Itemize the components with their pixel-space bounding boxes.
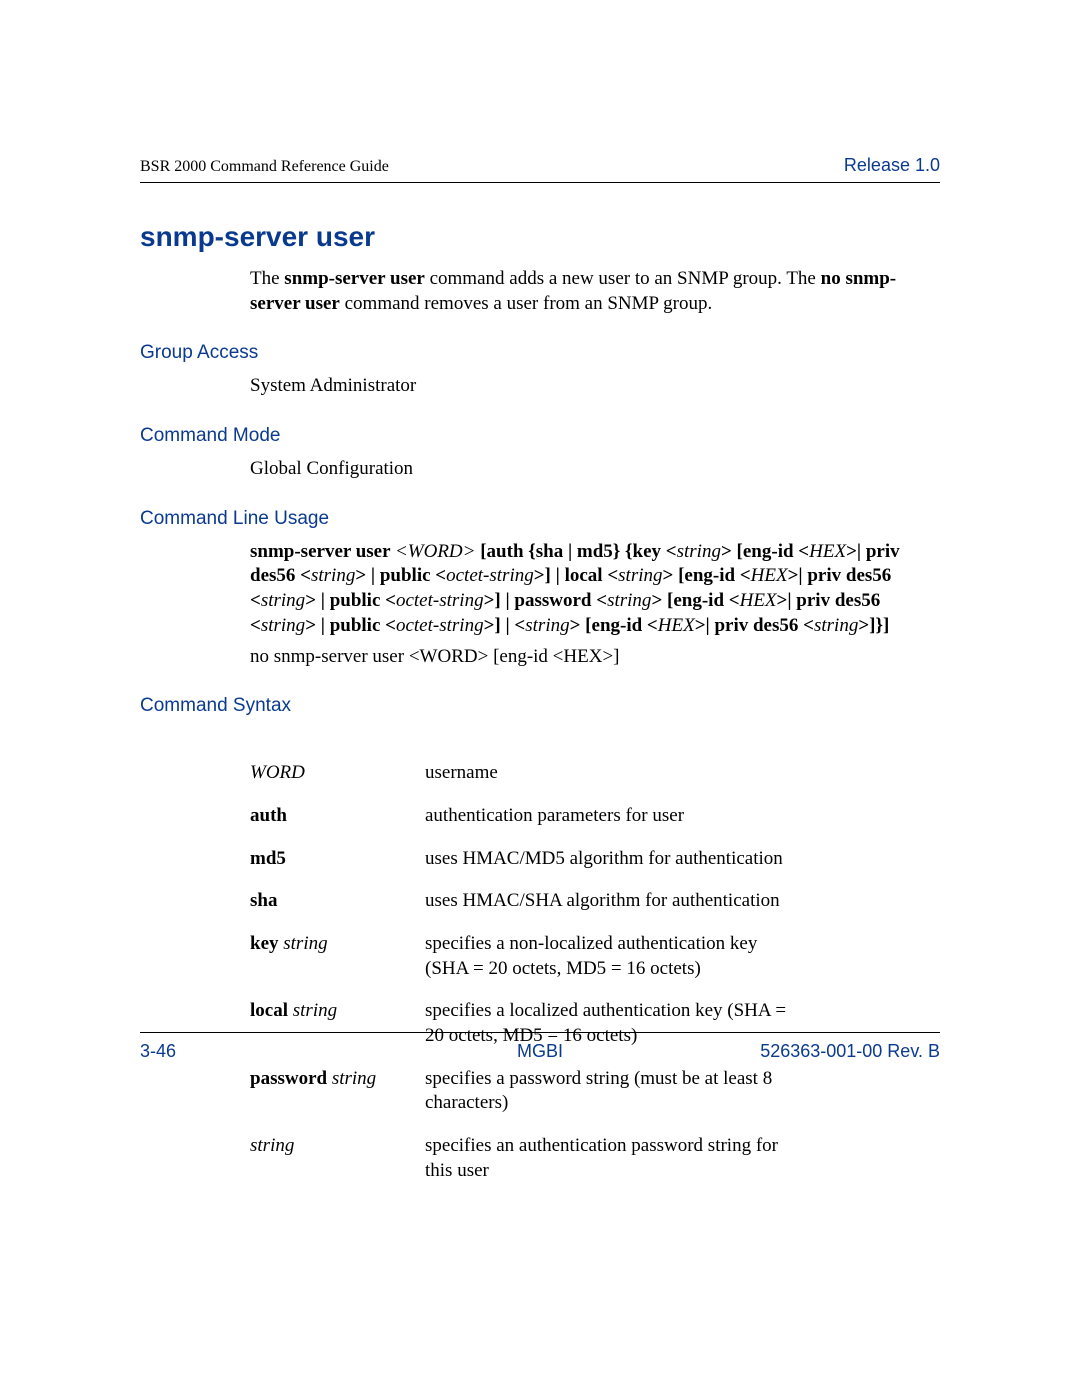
u21: > [eng-id <	[651, 590, 739, 611]
syntax-row: md5 uses HMAC/MD5 algorithm for authenti…	[250, 847, 940, 872]
footer-right: 526363-001-00 Rev. B	[760, 1041, 940, 1062]
heading-command-mode: Command Mode	[140, 425, 940, 447]
u29: > [eng-id <	[570, 615, 658, 636]
syntax-desc: specifies an authentication password str…	[425, 1134, 805, 1183]
syntax-term-italic: string	[283, 933, 327, 954]
u1: snmp-server user	[250, 541, 395, 562]
syntax-desc: uses HMAC/MD5 algorithm for authenticati…	[425, 847, 783, 872]
intro-pre: The	[250, 268, 284, 289]
syntax-desc: authentication parameters for user	[425, 804, 684, 829]
un2: <WORD>	[409, 646, 488, 667]
u14: HEX	[751, 565, 788, 586]
syntax-term-bold: local	[250, 1000, 293, 1021]
un4: HEX	[563, 646, 602, 667]
syntax-term: string	[250, 1135, 294, 1156]
syntax-term: auth	[250, 805, 287, 826]
u26: octet-string	[396, 615, 484, 636]
u5: > [eng-id <	[721, 541, 809, 562]
syntax-term-italic: string	[293, 1000, 337, 1021]
u10: octet-string	[446, 565, 534, 586]
u18: octet-string	[396, 590, 484, 611]
footer-left: 3-46	[140, 1041, 176, 1062]
syntax-desc: username	[425, 761, 498, 786]
heading-cli-usage: Command Line Usage	[140, 508, 940, 530]
syntax-table: WORD username auth authentication parame…	[250, 761, 940, 1183]
u2: <WORD>	[395, 541, 476, 562]
syntax-row: key string specifies a non-localized aut…	[250, 932, 940, 981]
u24: string	[261, 615, 305, 636]
u4: string	[677, 541, 721, 562]
heading-group-access: Group Access	[140, 342, 940, 364]
un3: [eng-id <	[488, 646, 563, 667]
syntax-row: WORD username	[250, 761, 940, 786]
heading-command-syntax: Command Syntax	[140, 695, 940, 717]
u6: HEX	[809, 541, 846, 562]
u16: string	[261, 590, 305, 611]
intro-post: command removes a user from an SNMP grou…	[340, 293, 712, 314]
u22: HEX	[740, 590, 777, 611]
page-footer: 3-46 MGBI 526363-001-00 Rev. B	[140, 1032, 940, 1062]
syntax-term: sha	[250, 890, 277, 911]
u13: > [eng-id <	[663, 565, 751, 586]
syntax-desc: uses HMAC/SHA algorithm for authenticati…	[425, 889, 780, 914]
syntax-desc: specifies a non-localized authentication…	[425, 932, 805, 981]
syntax-row: sha uses HMAC/SHA algorithm for authenti…	[250, 889, 940, 914]
command-title: snmp-server user	[140, 221, 940, 253]
u31: >| priv des56 <	[695, 615, 814, 636]
syntax-row: string specifies an authentication passw…	[250, 1134, 940, 1183]
u27: >] | <	[484, 615, 526, 636]
u25: > | public <	[305, 615, 396, 636]
syntax-row: password string specifies a password str…	[250, 1067, 940, 1116]
intro-paragraph: The snmp-server user command adds a new …	[250, 267, 940, 316]
syntax-row: auth authentication parameters for user	[250, 804, 940, 829]
un5: >]	[602, 646, 619, 667]
u3: [auth {sha | md5} {key <	[475, 541, 676, 562]
un1: no snmp-server user	[250, 646, 409, 667]
footer-center: MGBI	[517, 1041, 563, 1062]
syntax-term-bold: password	[250, 1068, 332, 1089]
body-group-access: System Administrator	[250, 374, 940, 399]
u11: >] | local <	[534, 565, 618, 586]
cli-usage-text: snmp-server user <WORD> [auth {sha | md5…	[250, 540, 940, 639]
u20: string	[607, 590, 651, 611]
u32: string	[814, 615, 858, 636]
syntax-desc: specifies a password string (must be at …	[425, 1067, 805, 1116]
syntax-term: md5	[250, 848, 286, 869]
header-right: Release 1.0	[844, 155, 940, 176]
intro-bold1: snmp-server user	[284, 268, 425, 289]
cli-usage-no: no snmp-server user <WORD> [eng-id <HEX>…	[250, 645, 940, 670]
intro-mid1: command adds a new user to an SNMP group…	[425, 268, 821, 289]
header-left: BSR 2000 Command Reference Guide	[140, 158, 389, 176]
syntax-term-italic: string	[332, 1068, 376, 1089]
u9: > | public <	[355, 565, 446, 586]
u30: HEX	[658, 615, 695, 636]
u33: >]}]	[858, 615, 889, 636]
syntax-term-bold: key	[250, 933, 283, 954]
u12: string	[618, 565, 662, 586]
u28: string	[525, 615, 569, 636]
body-command-mode: Global Configuration	[250, 457, 940, 482]
u19: >] | password <	[484, 590, 608, 611]
page-header: BSR 2000 Command Reference Guide Release…	[140, 155, 940, 183]
syntax-term: WORD	[250, 762, 305, 783]
u8: string	[311, 565, 355, 586]
u17: > | public <	[305, 590, 396, 611]
